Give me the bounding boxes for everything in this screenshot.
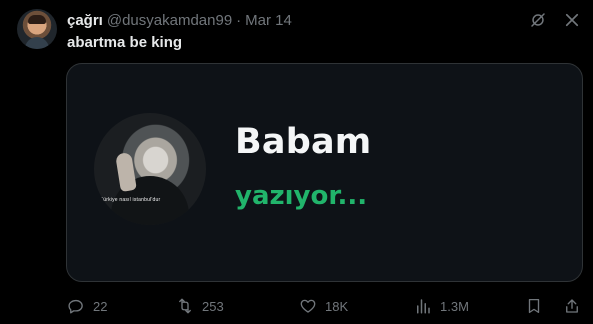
author-handle[interactable]: @dusyakamdan99 bbox=[107, 12, 232, 29]
tweet-header: çağrı @dusyakamdan99 · Mar 14 bbox=[67, 10, 292, 30]
retweet-icon bbox=[179, 298, 191, 314]
photo-caption: Türkiye nasıl istanbul'dur bbox=[100, 197, 161, 203]
close-icon[interactable] bbox=[563, 11, 581, 29]
retweet-button[interactable]: 253 bbox=[176, 297, 224, 315]
like-count: 18K bbox=[325, 298, 349, 314]
profile-photo: Türkiye nasıl istanbul'dur bbox=[94, 113, 206, 225]
tweet-text: abartma be king bbox=[67, 34, 183, 51]
view-count: 1.3M bbox=[440, 298, 469, 314]
avatar[interactable] bbox=[17, 9, 57, 49]
author-name[interactable]: çağrı bbox=[67, 12, 103, 29]
heart-icon bbox=[300, 299, 316, 313]
bookmark-icon[interactable] bbox=[525, 297, 543, 315]
reply-icon bbox=[68, 299, 83, 314]
reply-button[interactable]: 22 bbox=[67, 297, 107, 315]
photo-hand bbox=[115, 151, 137, 193]
views-icon bbox=[417, 299, 430, 314]
typing-status: yazıyor... bbox=[235, 181, 368, 211]
grok-icon[interactable] bbox=[529, 11, 547, 29]
views-button[interactable]: 1.3M bbox=[414, 297, 469, 315]
tweet-actions: 22 253 18K 1.3M bbox=[67, 295, 581, 317]
retweet-count: 253 bbox=[202, 298, 224, 314]
media-title: Babam bbox=[235, 122, 372, 162]
top-actions bbox=[529, 11, 581, 29]
media-card[interactable]: Türkiye nasıl istanbul'dur Babam yazıyor… bbox=[66, 63, 583, 282]
tweet-date[interactable]: Mar 14 bbox=[245, 12, 292, 29]
reply-count: 22 bbox=[93, 298, 108, 314]
separator-dot: · bbox=[236, 11, 242, 29]
like-button[interactable]: 18K bbox=[299, 297, 348, 315]
right-actions bbox=[525, 297, 581, 315]
share-icon[interactable] bbox=[563, 297, 581, 315]
